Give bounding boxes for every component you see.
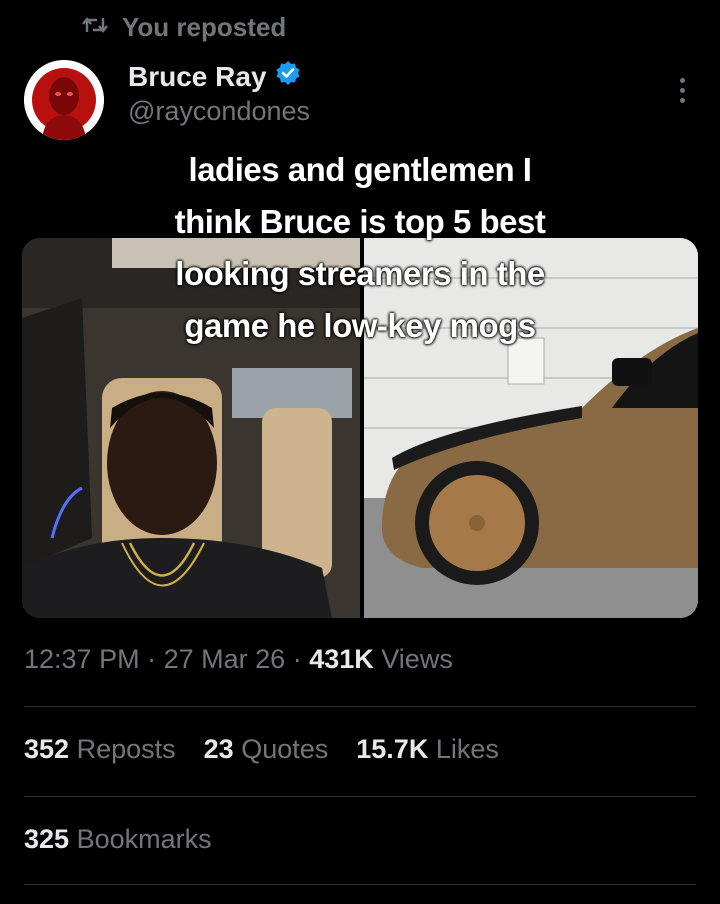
- more-options-icon[interactable]: [668, 72, 696, 108]
- engagement-stats: 352 Reposts 23 Quotes 15.7K Likes: [24, 734, 499, 765]
- avatar[interactable]: [24, 60, 104, 140]
- views-count: 431K: [309, 644, 374, 674]
- reposts-stat[interactable]: 352 Reposts: [24, 734, 176, 765]
- meta-separator: ·: [292, 644, 302, 674]
- meta-separator: ·: [147, 644, 157, 674]
- post-date: 27 Mar 26: [163, 644, 286, 674]
- author-handle[interactable]: @raycondones: [128, 96, 310, 127]
- likes-count: 15.7K: [356, 734, 429, 764]
- caption-line-4: game he low-key mogs: [184, 307, 536, 344]
- repost-icon: [82, 14, 108, 41]
- bookmarks-stat[interactable]: 325 Bookmarks: [24, 824, 212, 855]
- caption-line-2: think Bruce is top 5 best: [174, 203, 546, 240]
- quotes-stat[interactable]: 23 Quotes: [204, 734, 329, 765]
- reposts-label: Reposts: [76, 734, 176, 764]
- caption-line-3: looking streamers in the: [175, 255, 545, 292]
- divider: [24, 796, 696, 797]
- reposts-count: 352: [24, 734, 70, 764]
- quotes-label: Quotes: [241, 734, 329, 764]
- likes-stat[interactable]: 15.7K Likes: [356, 734, 499, 765]
- likes-label: Likes: [435, 734, 499, 764]
- repost-header: You reposted: [82, 10, 286, 44]
- author-name-text[interactable]: Bruce Ray: [128, 61, 267, 93]
- post-caption: ladies and gentlemen I think Bruce is to…: [120, 144, 600, 352]
- bookmarks-label: Bookmarks: [76, 824, 212, 854]
- views-label: Views: [381, 644, 453, 674]
- quotes-count: 23: [203, 734, 234, 764]
- post-meta: 12:37 PM · 27 Mar 26 · 431K Views: [24, 644, 453, 675]
- divider: [24, 706, 696, 707]
- verified-badge-icon: [275, 60, 301, 93]
- author-name[interactable]: Bruce Ray: [128, 60, 301, 93]
- bookmarks-count: 325: [24, 824, 70, 854]
- caption-line-1: ladies and gentlemen I: [188, 151, 532, 188]
- repost-label: You reposted: [122, 11, 287, 42]
- post-time: 12:37 PM: [24, 644, 140, 674]
- divider: [24, 884, 696, 885]
